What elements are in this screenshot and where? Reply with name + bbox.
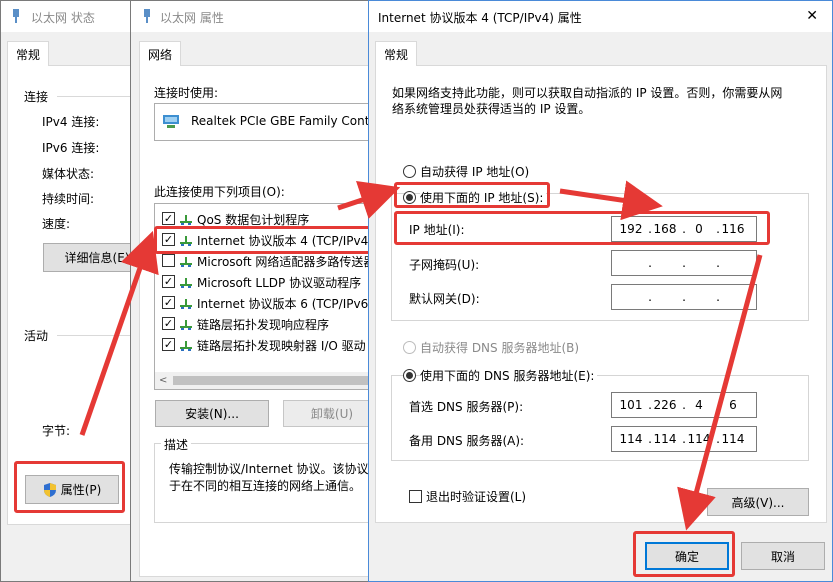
list-item[interactable]: ✓ 链路层拓扑发现响应程序 bbox=[155, 313, 375, 334]
properties-window: 以太网 属性 网络 连接时使用: Realtek PCIe GBE Family… bbox=[130, 0, 384, 582]
ip-octet[interactable]: 114 bbox=[616, 432, 646, 446]
adapter-name: Realtek PCIe GBE Family Contr bbox=[191, 114, 375, 128]
ip-dot: . bbox=[716, 256, 720, 270]
subnet-mask-label: 子网掩码(U): bbox=[409, 258, 480, 272]
ip-dot: . bbox=[648, 256, 652, 270]
connection-header: 连接 bbox=[24, 90, 49, 104]
items-label: 此连接使用下列项目(O): bbox=[154, 185, 285, 199]
ipv4-window-title: Internet 协议版本 4 (TCP/IPv4) 属性 bbox=[378, 11, 582, 25]
protocol-icon bbox=[180, 298, 192, 309]
ip-dot: . bbox=[716, 290, 720, 304]
ip-dot: . bbox=[648, 290, 652, 304]
alternate-dns-label: 备用 DNS 服务器(A): bbox=[409, 434, 525, 448]
advanced-button[interactable]: 高级(V)... bbox=[707, 488, 809, 516]
description-header: 描述 bbox=[161, 436, 192, 453]
item-checkbox[interactable]: ✓ bbox=[162, 338, 175, 351]
connect-using-label: 连接时使用: bbox=[154, 86, 219, 100]
scroll-left-icon[interactable]: < bbox=[159, 375, 167, 386]
install-button[interactable]: 安装(N)... bbox=[155, 400, 269, 427]
cancel-button[interactable]: 取消 bbox=[741, 542, 825, 570]
ip-dot: . bbox=[682, 256, 686, 270]
manual-ip-highlight bbox=[394, 182, 550, 208]
ip-octet[interactable]: 114 bbox=[684, 432, 714, 446]
status-titlebar: 以太网 状态 bbox=[1, 1, 139, 32]
ip-dot: . bbox=[682, 290, 686, 304]
media-status-label: 媒体状态: bbox=[42, 167, 95, 181]
scroll-thumb[interactable] bbox=[173, 376, 373, 385]
props-titlebar: 以太网 属性 bbox=[131, 1, 379, 32]
network-icon bbox=[11, 9, 21, 23]
tab-general[interactable]: 常规 bbox=[375, 41, 418, 66]
item-checkbox[interactable]: ✓ bbox=[162, 317, 175, 330]
close-icon[interactable]: ✕ bbox=[806, 8, 818, 24]
ok-button-highlight bbox=[633, 531, 735, 577]
ip-octet[interactable]: 114 bbox=[718, 432, 748, 446]
list-item[interactable]: ✓ 链路层拓扑发现映射器 I/O 驱动 bbox=[155, 334, 375, 355]
validate-label: 退出时验证设置(L) bbox=[426, 490, 527, 504]
ip-octet[interactable]: 6 bbox=[718, 398, 748, 412]
description-line1: 传输控制协议/Internet 协议。该协议 bbox=[169, 462, 369, 476]
duration-label: 持续时间: bbox=[42, 192, 95, 206]
auto-ip-radio[interactable] bbox=[403, 165, 416, 178]
ip-address-highlight bbox=[394, 211, 770, 245]
ip-octet[interactable]: 4 bbox=[684, 398, 714, 412]
tab-general[interactable]: 常规 bbox=[7, 41, 50, 66]
properties-highlight bbox=[14, 461, 125, 513]
ip-octet[interactable]: 226 bbox=[650, 398, 680, 412]
item-label: Microsoft LLDP 协议驱动程序 bbox=[197, 276, 362, 290]
subnet-mask-field[interactable]: ... bbox=[611, 250, 757, 276]
item-label: Microsoft 网络适配器多路传送器 bbox=[197, 255, 376, 269]
manual-dns-radio[interactable] bbox=[403, 369, 416, 382]
preferred-dns-label: 首选 DNS 服务器(P): bbox=[409, 400, 524, 414]
protocol-icon bbox=[180, 340, 192, 351]
horizontal-scrollbar[interactable]: < bbox=[155, 372, 375, 389]
details-button[interactable]: 详细信息(E) bbox=[43, 243, 143, 272]
item-checkbox[interactable]: ✓ bbox=[162, 296, 175, 309]
item-label: Internet 协议版本 6 (TCP/IPv6) bbox=[197, 297, 373, 311]
auto-ip-label: 自动获得 IP 地址(O) bbox=[420, 165, 530, 179]
props-window-title: 以太网 属性 bbox=[160, 11, 224, 25]
item-label: 链路层拓扑发现映射器 I/O 驱动 bbox=[197, 339, 366, 353]
ipv4-connection-label: IPv4 连接: bbox=[42, 115, 100, 129]
item-checkbox[interactable] bbox=[162, 254, 175, 267]
protocol-icon bbox=[180, 319, 192, 330]
status-panel bbox=[7, 65, 147, 525]
auto-dns-label: 自动获得 DNS 服务器地址(B) bbox=[420, 341, 580, 355]
ipv6-connection-label: IPv6 连接: bbox=[42, 141, 100, 155]
protocol-icon bbox=[180, 256, 192, 267]
gateway-label: 默认网关(D): bbox=[409, 292, 480, 306]
uninstall-button[interactable]: 卸载(U) bbox=[283, 400, 381, 427]
speed-label: 速度: bbox=[42, 217, 71, 231]
intro-line2: 络系统管理员处获得适当的 IP 设置。 bbox=[392, 102, 591, 116]
tab-network[interactable]: 网络 bbox=[139, 41, 182, 66]
list-item[interactable]: ✓ Microsoft LLDP 协议驱动程序 bbox=[155, 271, 375, 292]
manual-dns-label: 使用下面的 DNS 服务器地址(E): bbox=[420, 367, 598, 384]
ipv4-item-highlight bbox=[154, 226, 374, 254]
gateway-field[interactable]: ... bbox=[611, 284, 757, 310]
activity-header: 活动 bbox=[24, 329, 49, 343]
ipv4-properties-window: Internet 协议版本 4 (TCP/IPv4) 属性 ✕ 常规 如果网络支… bbox=[368, 0, 833, 582]
item-checkbox[interactable]: ✓ bbox=[162, 275, 175, 288]
protocol-icon bbox=[180, 277, 192, 288]
list-item[interactable]: ✓ Internet 协议版本 6 (TCP/IPv6) bbox=[155, 292, 375, 313]
intro-line1: 如果网络支持此功能，则可以获取自动指派的 IP 设置。否则，你需要从网 bbox=[392, 86, 783, 100]
bytes-label: 字节: bbox=[42, 424, 71, 438]
auto-dns-radio[interactable] bbox=[403, 341, 416, 354]
status-window-title: 以太网 状态 bbox=[31, 11, 95, 25]
ip-octet[interactable]: 101 bbox=[616, 398, 646, 412]
status-window: 以太网 状态 常规 连接 IPv4 连接: IPv6 连接: 媒体状态: 持续时… bbox=[0, 0, 147, 582]
validate-checkbox[interactable] bbox=[409, 490, 422, 503]
preferred-dns-field[interactable]: 101. 226. 4. 6 bbox=[611, 392, 757, 418]
alternate-dns-field[interactable]: 114. 114. 114. 114 bbox=[611, 426, 757, 452]
item-label: 链路层拓扑发现响应程序 bbox=[197, 318, 330, 332]
item-checkbox[interactable]: ✓ bbox=[162, 212, 175, 225]
description-line2: 于在不同的相互连接的网络上通信。 bbox=[169, 479, 362, 493]
adapter-icon bbox=[163, 114, 179, 130]
ip-octet[interactable]: 114 bbox=[650, 432, 680, 446]
protocol-icon bbox=[180, 214, 192, 225]
network-icon bbox=[142, 9, 152, 23]
ipv4-titlebar: Internet 协议版本 4 (TCP/IPv4) 属性 ✕ bbox=[369, 1, 832, 32]
adapter-box: Realtek PCIe GBE Family Contr bbox=[154, 103, 376, 141]
